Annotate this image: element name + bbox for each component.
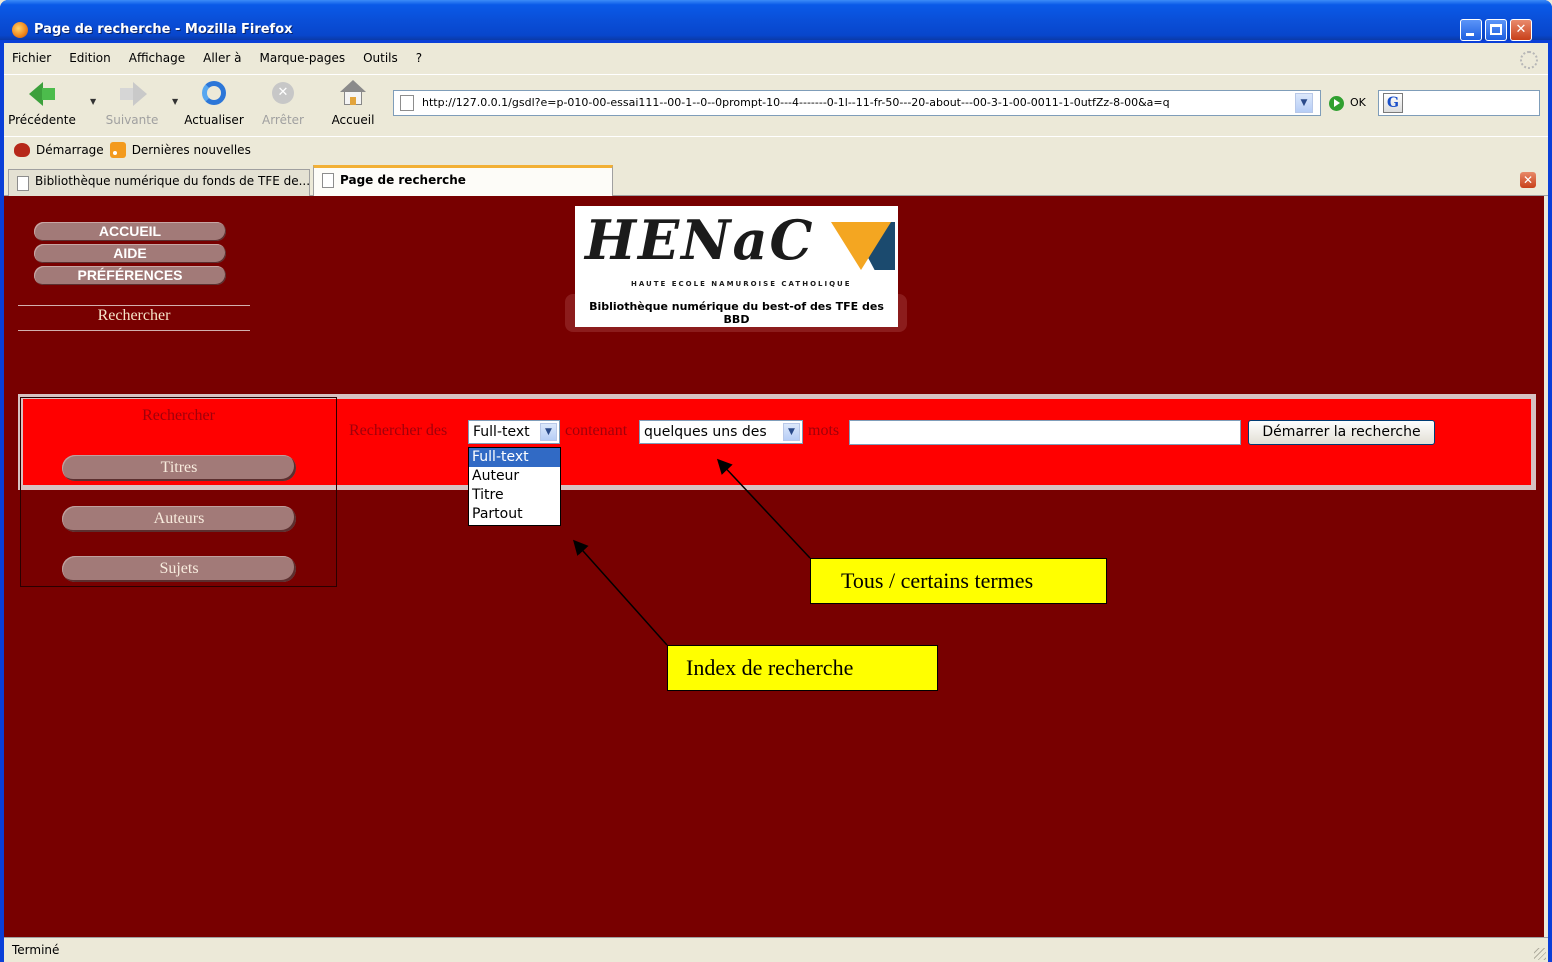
- close-tab-icon[interactable]: ✕: [1520, 172, 1536, 188]
- bookmark-dernieres-nouvelles[interactable]: Dernières nouvelles: [132, 143, 251, 157]
- arrow-to-match-mode: [716, 458, 811, 559]
- menu-bar: Fichier Edition Affichage Aller à Marque…: [4, 46, 1548, 70]
- menu-outils[interactable]: Outils: [363, 51, 398, 65]
- url-text[interactable]: http://127.0.0.1/gsdl?e=p-010-00-essai11…: [422, 96, 1170, 109]
- menu-aide[interactable]: ?: [416, 51, 422, 65]
- stop-label: Arrêter: [261, 113, 304, 127]
- web-search-box[interactable]: G: [1378, 90, 1540, 116]
- forward-label: Suivante: [105, 113, 159, 127]
- forward-button[interactable]: Suivante: [98, 77, 166, 129]
- throbber-icon: [1520, 51, 1538, 69]
- arrow-to-index-list: [573, 539, 668, 646]
- reload-label: Actualiser: [184, 113, 244, 127]
- stop-button[interactable]: ✕ Arrêter: [249, 77, 317, 129]
- back-arrow-icon: [27, 80, 57, 108]
- minimize-button[interactable]: [1460, 19, 1482, 41]
- home-icon: [338, 80, 368, 108]
- firefox-icon: [12, 22, 28, 38]
- maximize-button[interactable]: [1485, 19, 1507, 41]
- menu-edition[interactable]: Edition: [69, 51, 111, 65]
- tab-page-de-recherche[interactable]: Page de recherche: [313, 165, 613, 197]
- home-button[interactable]: Accueil: [319, 77, 387, 129]
- maximize-icon: [1490, 24, 1502, 35]
- minimize-icon: [1466, 33, 1474, 36]
- menu-affichage[interactable]: Affichage: [129, 51, 185, 65]
- rss-feed-icon: [109, 141, 126, 158]
- go-icon[interactable]: [1329, 96, 1344, 111]
- close-window-button[interactable]: ✕: [1510, 19, 1532, 41]
- forward-arrow-icon: [117, 80, 147, 108]
- url-history-dropdown[interactable]: ▼: [1295, 93, 1313, 113]
- back-history-dropdown-icon[interactable]: ▼: [90, 97, 96, 106]
- page-icon: [400, 95, 414, 111]
- tab-bibliotheque[interactable]: Bibliothèque numérique du fonds de TFE d…: [8, 169, 310, 196]
- close-icon: ✕: [1515, 22, 1527, 37]
- google-icon[interactable]: G: [1383, 93, 1403, 113]
- resize-grip-icon[interactable]: [1534, 948, 1546, 960]
- go-label[interactable]: OK: [1350, 96, 1366, 109]
- page-icon: [17, 176, 29, 191]
- browser-window: Page de recherche - Mozilla Firefox ✕ Fi…: [0, 0, 1552, 962]
- forward-history-dropdown-icon[interactable]: ▼: [172, 97, 178, 106]
- reload-button[interactable]: Actualiser: [180, 77, 248, 129]
- home-label: Accueil: [331, 113, 375, 127]
- firefox-start-icon: [14, 142, 30, 157]
- menu-aller[interactable]: Aller à: [203, 51, 241, 65]
- stop-icon: ✕: [268, 80, 298, 108]
- title-bar[interactable]: Page de recherche - Mozilla Firefox ✕: [0, 0, 1552, 41]
- menu-marque-pages[interactable]: Marque-pages: [260, 51, 346, 65]
- browser-client: Fichier Edition Affichage Aller à Marque…: [4, 43, 1548, 962]
- tab-label: Bibliothèque numérique du fonds de TFE d…: [35, 174, 310, 188]
- reload-icon: [199, 80, 229, 108]
- tab-label: Page de recherche: [340, 173, 466, 187]
- bookmarks-toolbar: Démarrage Dernières nouvelles: [4, 136, 1548, 162]
- back-label: Précédente: [8, 113, 76, 127]
- status-text: Terminé: [12, 943, 60, 957]
- page-content: ACCUEIL AIDE PRÉFÉRENCES Rechercher HENa…: [4, 196, 1544, 937]
- url-bar[interactable]: http://127.0.0.1/gsdl?e=p-010-00-essai11…: [393, 90, 1321, 116]
- bookmark-demarrage[interactable]: Démarrage: [36, 143, 104, 157]
- tab-strip: Bibliothèque numérique du fonds de TFE d…: [4, 164, 1548, 197]
- back-button[interactable]: Précédente: [8, 77, 76, 129]
- status-bar: Terminé: [4, 937, 1548, 962]
- window-title: Page de recherche - Mozilla Firefox: [34, 22, 293, 37]
- callout-arrows: [573, 458, 811, 646]
- page-icon: [322, 173, 334, 188]
- menu-fichier[interactable]: Fichier: [12, 51, 51, 65]
- navigation-toolbar: Précédente ▼ Suivante ▼ Actualiser ✕ Arr…: [4, 74, 1548, 128]
